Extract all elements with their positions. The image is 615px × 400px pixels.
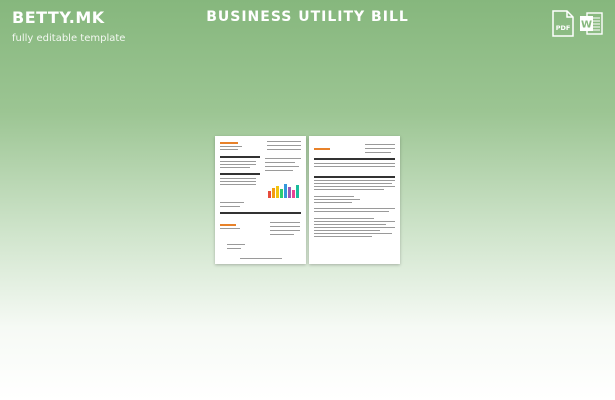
preview-page-1[interactable] [215,136,306,264]
word-icon-label: W [581,20,592,31]
word-icon[interactable]: W [579,10,603,37]
pdf-icon-label: PDF [556,24,571,32]
document-preview[interactable] [215,136,400,264]
preview-page-2[interactable] [309,136,400,264]
page-title: BUSINESS UTILITY BILL [206,9,409,25]
format-icons: PDF W [551,10,603,37]
brand-tagline: fully editable template [12,33,126,44]
pdf-icon[interactable]: PDF [551,10,575,37]
